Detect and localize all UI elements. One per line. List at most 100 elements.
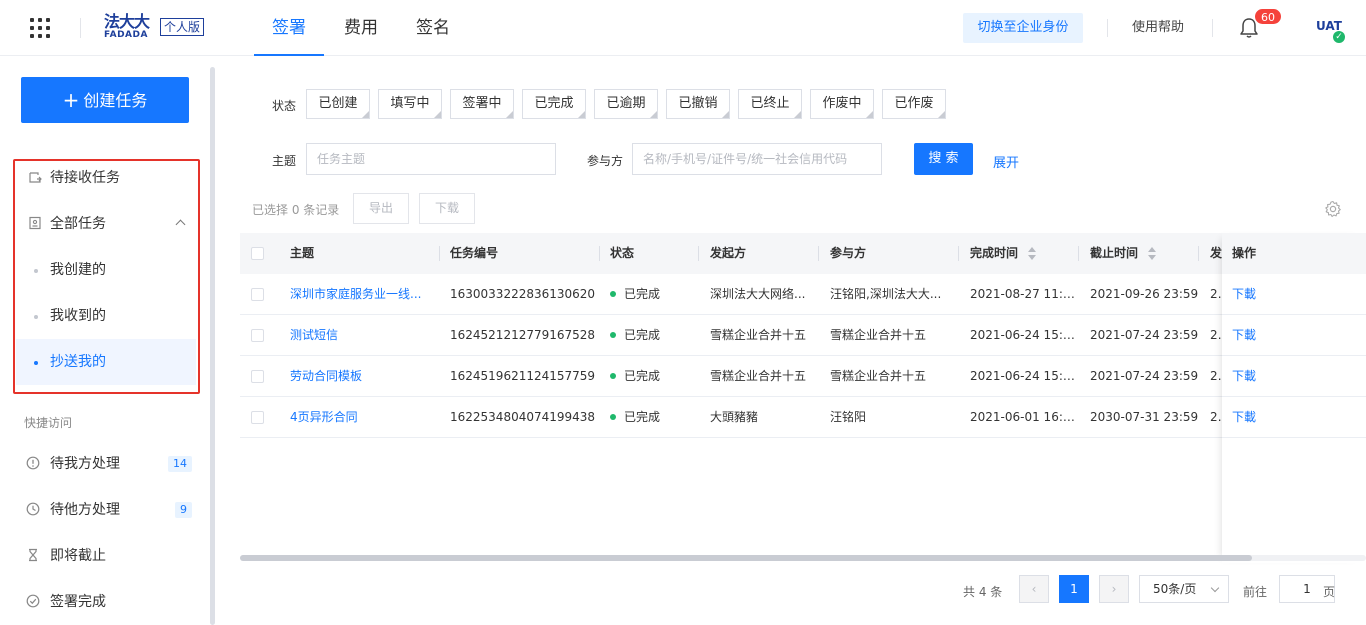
sidebar-item-received[interactable]: 我收到的 [16,293,196,339]
plus-icon: + [62,88,80,112]
status-text: 已完成 [624,287,661,301]
quick-item-label: 签署完成 [50,594,106,610]
fadada-logo[interactable]: 法大大 FADADA [104,14,150,41]
search-button[interactable]: 搜 索 [914,143,973,175]
column-header: 状态 [610,246,635,260]
page-number-current[interactable]: 1 [1059,575,1089,603]
download-link[interactable]: 下載 [1232,274,1256,315]
sort-icon[interactable] [1028,247,1036,261]
quick-item-completed[interactable]: 签署完成 [24,579,192,625]
sidebar-scrollbar[interactable] [210,67,215,625]
hourglass-icon [29,548,37,562]
status-tag[interactable]: 已完成 [522,89,586,119]
table-row: 劳动合同模板 1624519621124157759 已完成 雪糕企业合并十五 … [240,356,1366,397]
sidebar-item-created-by-me[interactable]: 我创建的 [16,247,196,293]
gear-icon[interactable] [1324,200,1342,218]
status-tag[interactable]: 签署中 [450,89,514,119]
tab-signature[interactable]: 签名 [416,0,450,56]
logo-en-text: FADADA [104,30,148,40]
check-circle-icon [26,594,40,608]
row-checkbox[interactable] [251,370,264,383]
column-divider [1198,246,1199,261]
task-participants: 汪铭阳,深圳法大大... [830,287,942,301]
task-completed-time: 2021-06-24 15:2... [970,369,1075,383]
export-button[interactable]: 导出 [353,193,409,224]
status-tag[interactable]: 已撤销 [666,89,730,119]
download-link[interactable]: 下載 [1232,397,1256,438]
expand-filters-link[interactable]: 展开 [993,152,1019,171]
status-tag[interactable]: 已逾期 [594,89,658,119]
quick-item-pending-mine[interactable]: 待我方处理 14 [24,441,192,487]
task-status: 已完成 [610,356,660,397]
create-task-button[interactable]: + 创建任务 [21,77,189,123]
chevron-up-icon[interactable] [175,219,186,230]
quick-item-pending-others[interactable]: 待他方处理 9 [24,487,192,533]
task-deadline: 2021-07-24 23:59 [1090,369,1199,383]
task-completed-time: 2021-06-01 16:1... [970,410,1075,424]
page-unit-label: 页 [1323,585,1336,599]
prev-page-button[interactable]: ‹ [1019,575,1049,603]
switch-identity-button[interactable]: 切换至企业身份 [963,13,1083,43]
quick-item-expiring[interactable]: 即将截止 [24,533,192,579]
column-header: 任务编号 [450,246,499,260]
help-link[interactable]: 使用帮助 [1132,0,1184,56]
download-button[interactable]: 下载 [419,193,475,224]
task-number: 1622534804074199438 [450,410,596,424]
header-divider [1212,19,1213,37]
count-badge: 9 [175,502,192,518]
task-deadline: 2021-07-24 23:59 [1090,328,1199,342]
status-tag[interactable]: 作废中 [810,89,874,119]
task-subject-link[interactable]: 测试短信 [290,315,425,356]
sort-icon[interactable] [1148,247,1156,261]
row-checkbox[interactable] [251,329,264,342]
apps-grid-icon[interactable] [30,18,50,38]
status-tag[interactable]: 已终止 [738,89,802,119]
quick-item-label: 待他方处理 [50,502,120,518]
column-header[interactable]: 截止时间 [1090,233,1138,274]
row-checkbox[interactable] [251,288,264,301]
status-tag[interactable]: 已创建 [306,89,370,119]
sidebar-item-all-tasks[interactable]: 全部任务 [16,201,196,247]
sidebar-item-label: 抄送我的 [50,354,106,370]
status-tag[interactable]: 已作废 [882,89,946,119]
tab-sign[interactable]: 签署 [254,0,324,56]
alert-circle-icon [26,456,40,470]
task-extra: 20 [1210,287,1222,301]
page-size-select[interactable]: 50条/页 [1139,575,1229,603]
task-status: 已完成 [610,315,660,356]
top-header: 法大大 FADADA 个人版 签署 费用 签名 切换至企业身份 使用帮助 60 … [0,0,1366,56]
inbox-icon [29,172,42,183]
horizontal-scrollbar[interactable] [240,555,1366,561]
quick-item-label: 待我方处理 [50,456,120,472]
select-all-checkbox[interactable] [251,247,264,260]
task-initiator: 雪糕企业合并十五 [710,328,807,342]
table-row: 4页异形合同 1622534804074199438 已完成 大頭豬豬 汪铭阳 … [240,397,1366,438]
status-dot-icon [610,373,616,379]
goto-label: 前往 [1243,585,1268,599]
column-header[interactable]: 完成时间 [970,233,1018,274]
tab-fees[interactable]: 费用 [344,0,378,56]
column-header: 发起方 [710,246,747,260]
sidebar-item-pending-receive[interactable]: 待接收任务 [16,155,196,201]
download-link[interactable]: 下載 [1232,356,1256,397]
download-link[interactable]: 下載 [1232,315,1256,356]
row-checkbox[interactable] [251,411,264,424]
sidebar-item-cc-me[interactable]: 抄送我的 [16,339,196,385]
participant-input[interactable] [632,143,882,175]
task-subject-link[interactable]: 4页异形合同 [290,397,425,438]
task-subject-link[interactable]: 劳动合同模板 [290,356,425,397]
column-header: 参与方 [830,246,867,260]
header-divider [1107,19,1108,37]
task-number: 1630033222836130620 [450,287,596,301]
subject-input[interactable] [306,143,556,175]
next-page-button[interactable]: › [1099,575,1129,603]
task-initiator: 深圳法大大网络... [710,287,806,301]
task-deadline: 2030-07-31 23:59 [1090,410,1199,424]
status-tag[interactable]: 填写中 [378,89,442,119]
task-extra: 20 [1210,410,1222,424]
subject-label: 主题 [272,154,297,168]
main-content: 状态 已创建 填写中 签署中 已完成 已逾期 已撤销 已终止 作废中 已作废 主… [216,57,1366,625]
task-deadline: 2021-09-26 23:59 [1090,287,1199,301]
task-subject-link[interactable]: 深圳市家庭服务业一线... [290,274,425,315]
scrollbar-thumb[interactable] [240,555,1252,561]
